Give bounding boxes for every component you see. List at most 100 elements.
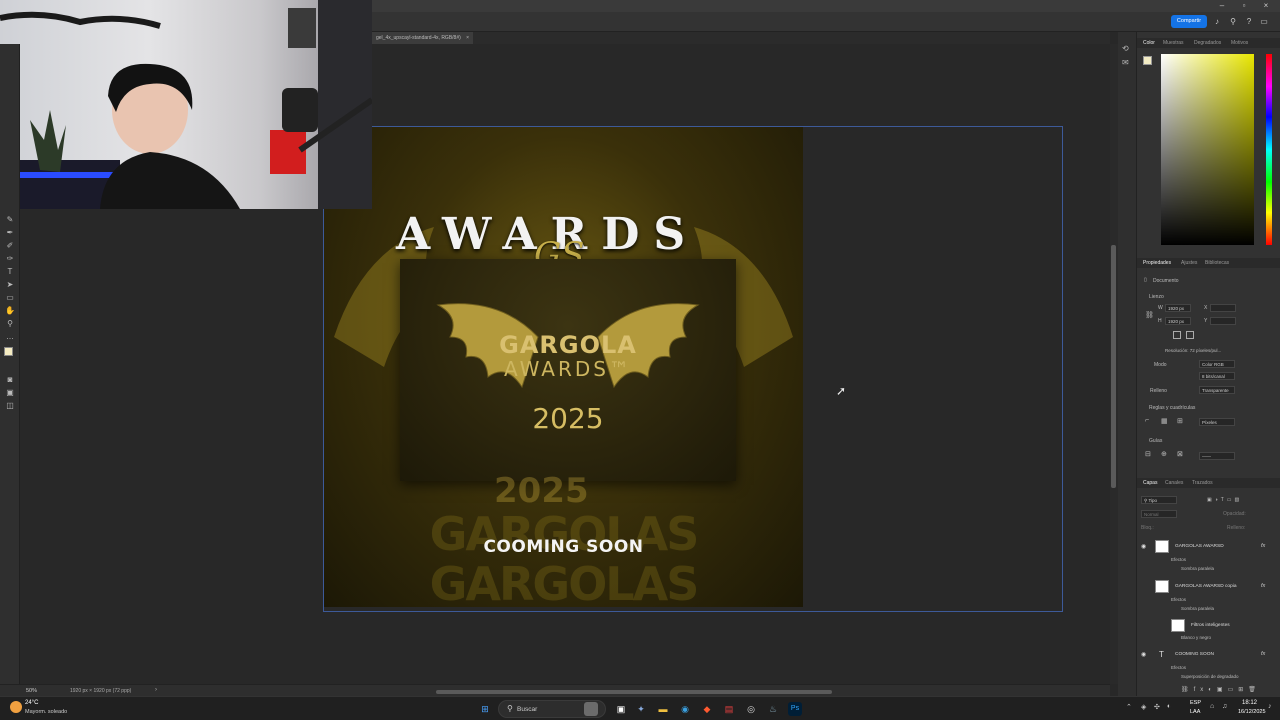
- weather-icon[interactable]: [10, 701, 22, 713]
- history-icon[interactable]: ⟲: [1122, 44, 1129, 53]
- brush-icon[interactable]: ✐: [4, 240, 16, 251]
- path-select-icon[interactable]: ➤: [4, 279, 16, 290]
- more-tools-icon[interactable]: …: [4, 331, 16, 342]
- help-icon[interactable]: ?: [1244, 17, 1254, 27]
- foreground-swatch[interactable]: [1143, 56, 1152, 65]
- dropper-icon[interactable]: ✎: [4, 214, 16, 225]
- network-icon[interactable]: ⌂: [1210, 703, 1214, 710]
- minimize-icon[interactable]: –: [1215, 0, 1229, 11]
- screen-mode-icon[interactable]: ▣: [4, 387, 16, 398]
- pen-tool-icon[interactable]: ✒: [4, 227, 16, 238]
- layer-actions-icons[interactable]: ⛓fx◐▣▭⊞🗑: [1181, 686, 1261, 693]
- hue-slider[interactable]: [1266, 54, 1272, 245]
- tab-swatches[interactable]: Muestras: [1163, 38, 1184, 48]
- depth-select[interactable]: 8 bits/canal: [1199, 372, 1235, 380]
- layer-effect-item[interactable]: Blanco y negro: [1181, 635, 1211, 640]
- visibility-eye-icon[interactable]: ◉: [1141, 651, 1146, 658]
- tab-color[interactable]: Color: [1143, 38, 1155, 48]
- tray-arrow-icon[interactable]: ⌃: [1126, 703, 1132, 711]
- tab-gradients[interactable]: Degradados: [1194, 38, 1221, 48]
- guide-style-select[interactable]: ——: [1199, 452, 1235, 460]
- notifications-icon[interactable]: ♪: [1268, 703, 1272, 710]
- task-view-icon[interactable]: ▣: [614, 702, 628, 716]
- fill-select[interactable]: Transparente: [1199, 386, 1235, 394]
- close-tab-icon[interactable]: ×: [466, 35, 469, 41]
- copilot-icon[interactable]: ✦: [634, 702, 648, 716]
- grid-icon[interactable]: ▦: [1161, 417, 1168, 425]
- landscape-icon[interactable]: [1186, 331, 1194, 339]
- file-explorer-icon[interactable]: ▬: [656, 702, 670, 716]
- search-icon[interactable]: ⚲: [1228, 17, 1238, 27]
- clock-date[interactable]: 16/12/2025: [1238, 709, 1266, 715]
- fx-icon[interactable]: fx: [1261, 651, 1265, 657]
- edge-icon[interactable]: ◉: [678, 702, 692, 716]
- steam-icon[interactable]: ♨: [766, 702, 780, 716]
- language-bottom[interactable]: LAA: [1190, 709, 1200, 715]
- app-icon-red[interactable]: ▤: [722, 702, 736, 716]
- tray-icon[interactable]: ◈: [1141, 703, 1146, 711]
- layer-effect-item[interactable]: Sombra paralela: [1181, 606, 1214, 611]
- obs-icon[interactable]: ◎: [744, 702, 758, 716]
- blend-mode-select[interactable]: Normal: [1141, 510, 1177, 518]
- maximize-icon[interactable]: ▫: [1237, 0, 1251, 11]
- pixel-grid-icon[interactable]: ⊞: [1177, 417, 1183, 425]
- tab-layers[interactable]: Capas: [1143, 478, 1157, 488]
- tab-properties[interactable]: Propiedades: [1143, 258, 1171, 268]
- workspace-icon[interactable]: ▭: [1259, 17, 1269, 27]
- tab-paths[interactable]: Trazados: [1192, 478, 1213, 488]
- x-field[interactable]: [1210, 304, 1236, 312]
- fx-icon[interactable]: fx: [1261, 543, 1265, 549]
- link-icon[interactable]: ⛓: [1145, 311, 1154, 319]
- mode-select[interactable]: Color RGB: [1199, 360, 1235, 368]
- height-field[interactable]: 1920 px: [1165, 317, 1191, 325]
- zoom-level[interactable]: 50%: [26, 688, 37, 694]
- foreground-color-icon[interactable]: [4, 347, 13, 356]
- tab-libraries[interactable]: Bibliotecas: [1205, 258, 1229, 268]
- search-highlight-icon[interactable]: [584, 702, 598, 716]
- layer-row[interactable]: Filtros inteligentes: [1137, 619, 1280, 632]
- ruler-icon[interactable]: ⌐: [1145, 417, 1149, 424]
- visibility-eye-icon[interactable]: ◉: [1141, 543, 1146, 550]
- quick-mask-icon[interactable]: ◙: [4, 374, 16, 385]
- portrait-icon[interactable]: [1173, 331, 1181, 339]
- hand-icon[interactable]: ✋: [4, 305, 16, 316]
- layer-filter-icons[interactable]: ▣◑T▭▧: [1207, 497, 1242, 503]
- layer-row[interactable]: ◉ T COOMING SOON fx: [1137, 650, 1280, 660]
- share-button[interactable]: Compartir: [1171, 15, 1207, 28]
- fx-icon[interactable]: fx: [1261, 583, 1265, 589]
- language-top[interactable]: ESP: [1190, 700, 1201, 706]
- layer-row[interactable]: ◉ GARGOLAS AWARSD fx: [1137, 540, 1280, 553]
- photoshop-icon[interactable]: Ps: [788, 702, 802, 716]
- guide-new-icon[interactable]: ⊕: [1161, 450, 1167, 458]
- width-field[interactable]: 1920 px: [1165, 304, 1191, 312]
- clock-time[interactable]: 18:12: [1242, 700, 1257, 706]
- layer-effect-item[interactable]: Sombra paralela: [1181, 566, 1214, 571]
- path-icon[interactable]: ✑: [4, 253, 16, 264]
- guide-layout-icon[interactable]: ⊟: [1145, 450, 1151, 458]
- comments-icon[interactable]: ✉: [1122, 58, 1129, 67]
- start-icon[interactable]: ⊞: [478, 702, 492, 716]
- frame-icon[interactable]: ◫: [4, 400, 16, 411]
- type-tool-icon[interactable]: T: [4, 266, 16, 277]
- bell-icon[interactable]: ♪: [1212, 17, 1222, 27]
- tab-adjustments[interactable]: Ajustes: [1181, 258, 1197, 268]
- y-field[interactable]: [1210, 317, 1236, 325]
- color-picker-field[interactable]: [1161, 54, 1254, 245]
- rectangle-icon[interactable]: ▭: [4, 292, 16, 303]
- weather-temp[interactable]: 24°C: [25, 700, 38, 706]
- close-window-icon[interactable]: ×: [1259, 0, 1273, 11]
- tray-icon[interactable]: ✣: [1154, 703, 1160, 711]
- horizontal-scrollbar-thumb[interactable]: [436, 690, 832, 694]
- tab-patterns[interactable]: Motivos: [1231, 38, 1248, 48]
- zoom-icon[interactable]: ⚲: [4, 318, 16, 329]
- artwork[interactable]: GARGOLAS GARGOLAS GARGOLAS GARGOLAS AWAR…: [324, 127, 803, 607]
- volume-icon[interactable]: ♫: [1222, 703, 1227, 710]
- layer-filter-select[interactable]: ⚲ Tipo: [1141, 496, 1177, 504]
- status-arrow-icon[interactable]: ›: [155, 687, 157, 693]
- document-tab[interactable]: gel_4x_upscayl-standard-4x, RGB/8#) ×: [372, 32, 474, 44]
- brave-icon[interactable]: ◆: [700, 702, 714, 716]
- layer-row[interactable]: GARGOLAS AWARSD copia fx: [1137, 580, 1280, 593]
- tab-channels[interactable]: Canales: [1165, 478, 1183, 488]
- tray-icon[interactable]: ◐: [1167, 703, 1171, 710]
- guide-clear-icon[interactable]: ⊠: [1177, 450, 1183, 458]
